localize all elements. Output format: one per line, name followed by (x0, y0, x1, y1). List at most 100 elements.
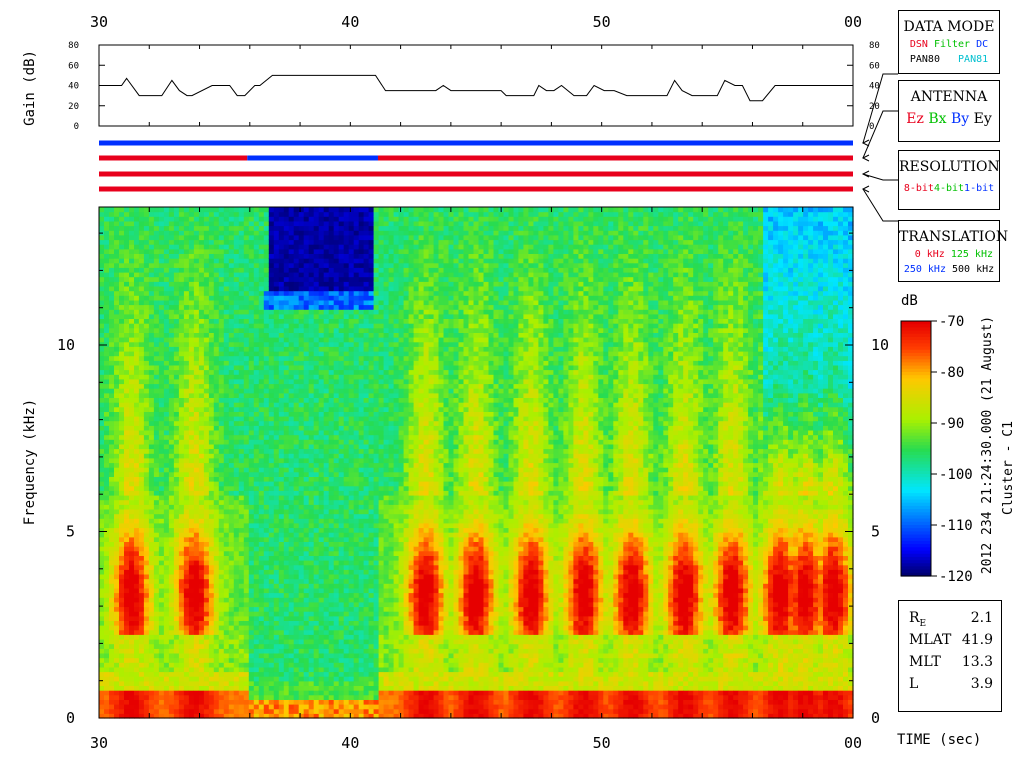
spectrogram-cell (268, 295, 275, 301)
spectrogram-cell (258, 485, 265, 491)
spectrogram-cell (168, 611, 175, 617)
spectrogram-cell (278, 615, 285, 621)
spectrogram-cell (138, 481, 145, 487)
spectrogram-cell (283, 286, 290, 292)
spectrogram-cell (258, 569, 265, 575)
spectrogram-cell (208, 509, 215, 515)
spectrogram-cell (228, 234, 235, 241)
spectrogram-cell (173, 555, 180, 561)
spectrogram-cell (233, 541, 240, 547)
spectrogram-cell (228, 555, 235, 561)
spectrogram-cell (198, 467, 205, 473)
spectrogram-cell (233, 411, 240, 417)
spectrogram-cell (198, 346, 205, 352)
spectrogram-cell (124, 234, 130, 241)
spectrogram-cell (223, 620, 230, 626)
spectrogram-cell (193, 583, 200, 589)
spectrogram-cell (148, 448, 155, 454)
spectrogram-cell (223, 392, 230, 398)
spectrogram-cell (119, 522, 125, 529)
spectrogram-cell (238, 374, 245, 380)
spectrogram-cell (203, 267, 210, 273)
spectrogram-cell (233, 676, 240, 682)
spectrogram-cell (288, 281, 295, 287)
spectrogram-cell (283, 569, 290, 575)
spectrogram-cell (163, 699, 170, 705)
spectrogram-cell (293, 671, 300, 677)
spectrogram-cell (228, 527, 235, 533)
spectrogram-cell (228, 648, 235, 654)
spectrogram-cell (114, 318, 120, 324)
spectrogram-cell (258, 527, 265, 533)
spectrogram-cell (109, 509, 115, 515)
spectrogram-cell (218, 207, 225, 213)
spectrogram-cell (173, 239, 180, 245)
spectrogram-cell (138, 244, 145, 250)
spectrogram-cell (233, 313, 240, 319)
spectrogram-cell (148, 504, 155, 510)
spectrogram-cell (193, 313, 200, 319)
spectrogram-cell (308, 248, 315, 254)
spectrogram-cell (138, 425, 145, 431)
spectrogram-cell (213, 230, 220, 236)
spectrogram-cell (268, 601, 275, 608)
spectrogram-cell (228, 267, 235, 273)
spectrogram-cell (188, 620, 195, 626)
spectrogram-cell (129, 239, 135, 245)
spectrogram-cell (293, 550, 300, 556)
spectrogram-cell (298, 625, 305, 631)
spectrogram-cell (188, 388, 195, 394)
spectrogram-cell (168, 355, 175, 361)
spectrogram-cell (188, 434, 195, 440)
spectrogram-cell (298, 587, 305, 594)
spectrogram-cell (213, 513, 220, 519)
spectrogram-cell (293, 420, 300, 426)
spectrogram-cell (158, 550, 165, 556)
spectrogram-cell (163, 527, 170, 533)
spectrogram-cell (138, 662, 145, 668)
spectrogram-cell (243, 499, 250, 505)
spectrogram-cell (313, 323, 320, 329)
spectrogram-cell (208, 495, 215, 501)
spectrogram-cell (288, 397, 295, 403)
spectrogram-cell (198, 281, 205, 287)
spectrogram-cell (129, 546, 135, 552)
spectrogram-cell (243, 690, 250, 696)
spectrogram-cell (99, 490, 105, 496)
spectrogram-cell (288, 453, 295, 459)
spectrogram-cell (124, 378, 130, 385)
spectrogram-cell (99, 425, 105, 431)
spectrogram-cell (293, 323, 300, 329)
spectrogram-cell (318, 364, 325, 371)
spectrogram-cell (124, 355, 130, 361)
spectrogram-cell (208, 262, 215, 268)
spectrogram-cell (218, 587, 225, 594)
spectrogram-cell (223, 615, 230, 621)
spectrogram-cell (129, 611, 135, 617)
spectrogram-cell (124, 536, 130, 542)
spectrogram-cell (228, 337, 235, 343)
spectrogram-cell (153, 420, 160, 426)
spectrogram-cell (203, 211, 210, 217)
spectrogram-cell (114, 364, 120, 371)
spectrogram-cell (138, 355, 145, 361)
spectrogram-cell (143, 434, 150, 440)
spectrogram-cell (203, 555, 210, 561)
spectrogram-cell (263, 406, 270, 412)
spectrogram-cell (303, 690, 310, 696)
spectrogram-cell (233, 374, 240, 380)
spectrogram-cell (223, 522, 230, 529)
spectrogram-cell (148, 662, 155, 668)
spectrogram-cell (283, 611, 290, 617)
spectrogram-cell (283, 341, 290, 347)
spectrogram-cell (283, 258, 290, 264)
spectrogram-cell (168, 258, 175, 264)
spectrogram-cell (263, 443, 270, 450)
spectrogram-cell (298, 286, 305, 292)
spectrogram-cell (318, 504, 325, 510)
spectrogram-cell (248, 694, 255, 700)
spectrogram-cell (119, 220, 125, 227)
spectrogram-cell (198, 606, 205, 612)
spectrogram-cell (288, 476, 295, 482)
spectrogram-cell (178, 443, 185, 450)
